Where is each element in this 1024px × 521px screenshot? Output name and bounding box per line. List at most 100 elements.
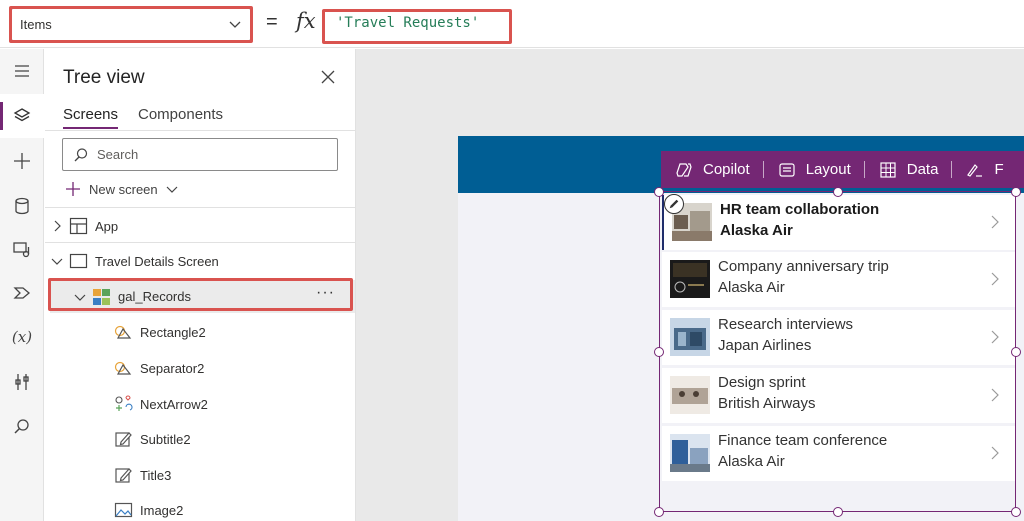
pen-icon [967,163,983,177]
tab-screens[interactable]: Screens [63,106,118,123]
tree-node-travel-details-screen[interactable]: Travel Details Screen [51,249,219,273]
plus-icon [66,182,80,196]
divider [45,207,356,208]
tree-node-gal-records[interactable]: gal_Records ··· [50,280,355,313]
gallery-row-title: Design sprint [718,374,806,391]
resize-handle[interactable] [1011,507,1021,517]
media-icon[interactable] [0,227,44,271]
format-button[interactable]: F [952,151,1017,188]
icon-control-icon [115,395,133,411]
chevron-right-icon[interactable] [991,388,999,402]
search-icon[interactable] [0,405,44,449]
gallery-row[interactable]: Company anniversary trip Alaska Air [662,252,1015,307]
tree-node-gallery-label: gal_Records [118,289,191,304]
label-edit-icon [115,432,132,447]
hamburger-menu-icon[interactable] [0,49,44,93]
tree-node-app-label: App [95,218,119,234]
variables-icon[interactable]: (x) [0,315,44,359]
tree-node-label: Image2 [140,502,184,518]
plus-icon[interactable] [0,139,44,183]
tree-node-nextarrow2[interactable]: NextArrow2 [114,392,208,416]
tree-node-label: Subtitle2 [140,431,191,447]
chevron-down-icon [74,294,86,301]
gallery-row[interactable]: Design sprint British Airways [662,368,1015,423]
tree-node-image2[interactable]: Image2 [114,498,183,521]
layout-button[interactable]: Layout [764,151,865,188]
chevron-right-icon[interactable] [991,272,999,286]
control-command-bar: Copilot Layout Data F [661,151,1024,188]
copilot-icon [676,162,692,177]
screen-icon [69,253,88,269]
resize-handle[interactable] [1011,187,1021,197]
app-icon [69,217,88,235]
gallery-control[interactable]: HR team collaboration Alaska Air Company… [659,191,1016,512]
tree-node-app[interactable]: App [51,214,118,238]
gallery-row-subtitle: Alaska Air [720,222,793,239]
format-label: F [994,161,1004,178]
chevron-down-icon [229,21,241,28]
edit-pencil-icon[interactable] [664,194,684,214]
chevron-right-icon[interactable] [991,446,999,460]
chevron-down-icon [166,186,178,193]
layers-icon[interactable] [0,94,44,138]
gallery-row-title: Research interviews [718,316,854,333]
tree-node-screen-label: Travel Details Screen [95,253,219,269]
gallery-row[interactable]: Research interviews Japan Airlines [662,310,1015,365]
tab-components[interactable]: Components [138,106,223,123]
gallery-thumbnail [670,434,710,472]
formula-bar: Items = fx 'Travel Requests' [0,0,1024,48]
variables-icon-label: (x) [11,328,33,346]
resize-handle[interactable] [833,187,843,197]
rectangle-shape-icon [114,325,132,339]
chevron-right-icon [54,220,61,232]
tree-node-label: Separator2 [140,360,205,376]
chevron-right-icon[interactable] [991,330,999,344]
tree-search-input[interactable] [97,147,317,162]
tree-view-title: Tree view [63,67,145,88]
resize-handle[interactable] [654,347,664,357]
close-icon[interactable] [320,69,336,85]
resize-handle[interactable] [654,187,664,197]
copilot-label: Copilot [703,161,750,178]
resize-handle[interactable] [1011,347,1021,357]
label-edit-icon [115,468,132,483]
gallery-thumbnail [670,260,710,298]
tree-node-rectangle2[interactable]: Rectangle2 [114,320,206,344]
gallery-row[interactable]: HR team collaboration Alaska Air [662,195,1015,250]
chevron-down-icon [51,258,63,265]
chevron-right-icon[interactable] [991,215,999,229]
gallery-thumbnail [670,376,710,414]
data-button[interactable]: Data [865,151,953,188]
tree-node-label: NextArrow2 [140,396,208,412]
tools-icon[interactable] [0,360,44,404]
database-icon[interactable] [0,184,44,228]
fx-icon[interactable]: fx [296,9,316,33]
new-screen-button[interactable]: New screen [65,179,178,199]
power-automate-icon[interactable] [0,271,44,315]
tree-node-subtitle2[interactable]: Subtitle2 [114,427,191,451]
tree-node-title3[interactable]: Title3 [114,463,171,487]
tree-search-box[interactable] [62,138,338,171]
resize-handle[interactable] [654,507,664,517]
formula-input[interactable]: 'Travel Requests' [326,10,489,40]
gallery-row-title: Finance team conference [718,432,888,449]
gallery-icon [93,288,110,305]
rectangle-shape-icon [114,361,132,375]
tab-divider [45,130,356,131]
gallery-row-title: Company anniversary trip [718,258,889,275]
gallery-row[interactable]: Finance team conference Alaska Air [662,426,1015,481]
copilot-button[interactable]: Copilot [661,151,764,188]
property-dropdown[interactable]: Items [11,8,251,41]
gallery-row-title: HR team collaboration [720,201,880,218]
active-tab-indicator [63,127,118,129]
tree-node-separator2[interactable]: Separator2 [114,356,204,380]
data-label: Data [906,161,939,178]
gallery-row-subtitle: Alaska Air [718,453,785,470]
more-options-icon[interactable]: ··· [316,284,335,302]
gallery-thumbnail [670,318,710,356]
tree-view-panel: Tree view Screens Components New screen … [45,49,356,521]
table-icon [880,161,896,178]
image-icon [114,502,133,518]
resize-handle[interactable] [833,507,843,517]
new-screen-label: New screen [89,181,158,197]
